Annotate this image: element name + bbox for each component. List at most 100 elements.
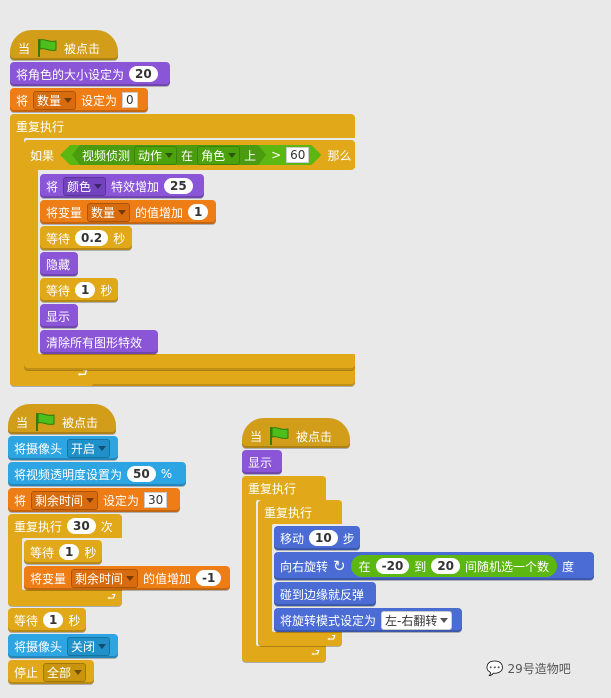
wait-input-2[interactable]: 1 [75, 282, 96, 298]
rotation-style-block[interactable]: 将旋转模式设定为 左-右翻转 [274, 608, 462, 632]
clicked-label: 被点击 [296, 429, 333, 444]
wait-label: 等待 [46, 283, 71, 298]
sense-on-label: 在 [181, 148, 194, 163]
bounce-block[interactable]: 碰到边缘就反弹 [274, 582, 376, 606]
forever-header-2: 重复执行 [242, 476, 326, 500]
set-variable-block-2[interactable]: 将 剩余时间 设定为 30 [8, 488, 180, 512]
hide-label: 隐藏 [46, 257, 71, 272]
turn-label: 向右旋转 [280, 559, 329, 574]
sense-attribute-dropdown[interactable]: 动作 [134, 146, 177, 165]
wait-input-1[interactable]: 0.2 [75, 230, 109, 246]
stop-block[interactable]: 停止 全部 [8, 660, 94, 684]
change-by-label: 的值增加 [143, 571, 192, 586]
show-block-1[interactable]: 显示 [40, 304, 78, 328]
loop-arrow-icon: ⮐ [311, 647, 320, 659]
repeat-footer: ⮐ [8, 590, 122, 606]
change-variable-block-2[interactable]: 将变量 剩余时间 的值增加 -1 [24, 566, 230, 590]
set-to-label: 设定为 [81, 93, 118, 108]
size-input[interactable]: 20 [129, 66, 158, 82]
percent-label: % [160, 467, 173, 481]
wait-block-3[interactable]: 等待 1 秒 [24, 540, 102, 564]
bounce-label: 碰到边缘就反弹 [280, 587, 365, 602]
forever-header-3: 重复执行 [258, 500, 342, 524]
if-header: 如果 视频侦测 动作 在 角色 上 > 60 那么 [24, 140, 355, 170]
sense-suffix-label: 上 [244, 148, 257, 163]
move-block[interactable]: 移动 10 步 [274, 526, 360, 550]
move-steps-input[interactable]: 10 [309, 530, 338, 546]
times-label: 次 [100, 519, 113, 534]
wait-input-4[interactable]: 1 [43, 612, 64, 628]
watermark: 💬 29号造物吧 [486, 660, 571, 677]
green-flag-icon [36, 39, 58, 57]
wait-block-1[interactable]: 等待 0.2 秒 [40, 226, 132, 250]
forever-footer-2: ⮐ [242, 646, 326, 662]
show-block-2[interactable]: 显示 [242, 450, 282, 474]
wait-block-4[interactable]: 等待 1 秒 [8, 608, 86, 632]
random-number-reporter[interactable]: 在 -20 到 20 间随机选一个数 [350, 555, 558, 577]
clear-effects-label: 清除所有图形特效 [46, 335, 143, 350]
video-sensing-reporter[interactable]: 视频侦测 动作 在 角色 上 [72, 145, 266, 165]
change-variable-dropdown[interactable]: 数量 [87, 202, 131, 222]
wait-label: 等待 [14, 613, 39, 628]
clear-effects-block[interactable]: 清除所有图形特效 [40, 330, 158, 354]
transparency-input[interactable]: 50 [127, 466, 156, 482]
wait-input-3[interactable]: 1 [59, 544, 80, 560]
change-value-input-2[interactable]: -1 [196, 570, 222, 586]
turn-right-block[interactable]: 向右旋转 ↻ 在 -20 到 20 间随机选一个数 度 [274, 552, 594, 580]
green-flag-icon [268, 427, 290, 445]
change-by-label: 的值增加 [135, 205, 184, 220]
change-variable-dropdown-2[interactable]: 剩余时间 [71, 568, 139, 588]
forever-label: 重复执行 [16, 119, 65, 134]
set-size-label: 将角色的大小设定为 [16, 67, 125, 82]
change-value-input[interactable]: 1 [188, 204, 209, 220]
change-variable-block[interactable]: 将变量 数量 的值增加 1 [40, 200, 216, 224]
set-value-input[interactable]: 0 [122, 92, 138, 108]
variable-dropdown-2[interactable]: 剩余时间 [31, 490, 99, 510]
transparency-label: 将视频透明度设置为 [14, 467, 123, 482]
camera-off-dropdown[interactable]: 关闭 [67, 636, 111, 656]
show-label: 显示 [248, 455, 273, 470]
rotation-style-label: 将旋转模式设定为 [280, 613, 377, 628]
when-flag-clicked-hat-2[interactable]: 当 被点击 [8, 404, 116, 434]
greater-than-operator[interactable]: 视频侦测 动作 在 角色 上 > 60 [60, 145, 321, 165]
wait-label: 等待 [30, 545, 55, 560]
set-variable-block[interactable]: 将 数量 设定为 0 [10, 88, 148, 112]
turn-camera-on-block[interactable]: 将摄像头 开启 [8, 436, 118, 460]
watermark-text: 29号造物吧 [507, 662, 571, 676]
green-flag-icon [34, 413, 56, 431]
loop-arrow-icon: ⮐ [327, 632, 336, 644]
effect-value-input[interactable]: 25 [164, 178, 193, 194]
random-from-input[interactable]: -20 [375, 558, 410, 574]
rotate-clockwise-icon: ↻ [333, 557, 346, 575]
set-value-input-2[interactable]: 30 [144, 492, 168, 508]
repeat-header: 重复执行 30 次 [8, 514, 122, 538]
sense-target-dropdown[interactable]: 角色 [197, 146, 240, 165]
change-effect-block[interactable]: 将 颜色 特效增加 25 [40, 174, 204, 198]
wait-block-2[interactable]: 等待 1 秒 [40, 278, 118, 302]
hide-block[interactable]: 隐藏 [40, 252, 78, 276]
camera-label: 将摄像头 [14, 441, 63, 456]
variable-dropdown[interactable]: 数量 [33, 90, 77, 110]
seconds-label: 秒 [113, 231, 126, 246]
effect-dropdown[interactable]: 颜色 [63, 176, 107, 196]
steps-label: 步 [342, 531, 355, 546]
stop-option-dropdown[interactable]: 全部 [43, 662, 87, 682]
video-transparency-block[interactable]: 将视频透明度设置为 50 % [8, 462, 186, 486]
change-var-label: 将变量 [30, 571, 67, 586]
clicked-label: 被点击 [62, 415, 99, 430]
when-flag-clicked-hat-3[interactable]: 当 被点击 [242, 418, 350, 448]
when-label: 当 [250, 429, 263, 444]
repeat-count-input[interactable]: 30 [67, 518, 96, 534]
set-label: 将 [16, 93, 29, 108]
random-to-input[interactable]: 20 [431, 558, 461, 574]
threshold-input[interactable]: 60 [286, 147, 309, 163]
when-flag-clicked-hat-1[interactable]: 当 被点击 [10, 30, 118, 60]
random-suffix-label: 间随机选一个数 [465, 559, 550, 574]
turn-camera-off-block[interactable]: 将摄像头 关闭 [8, 634, 118, 658]
rotation-style-dropdown[interactable]: 左-右翻转 [381, 610, 453, 630]
camera-state-dropdown[interactable]: 开启 [67, 438, 111, 458]
move-label: 移动 [280, 531, 305, 546]
set-size-block[interactable]: 将角色的大小设定为 20 [10, 62, 170, 86]
when-label: 当 [18, 41, 31, 56]
stop-label: 停止 [14, 665, 39, 680]
